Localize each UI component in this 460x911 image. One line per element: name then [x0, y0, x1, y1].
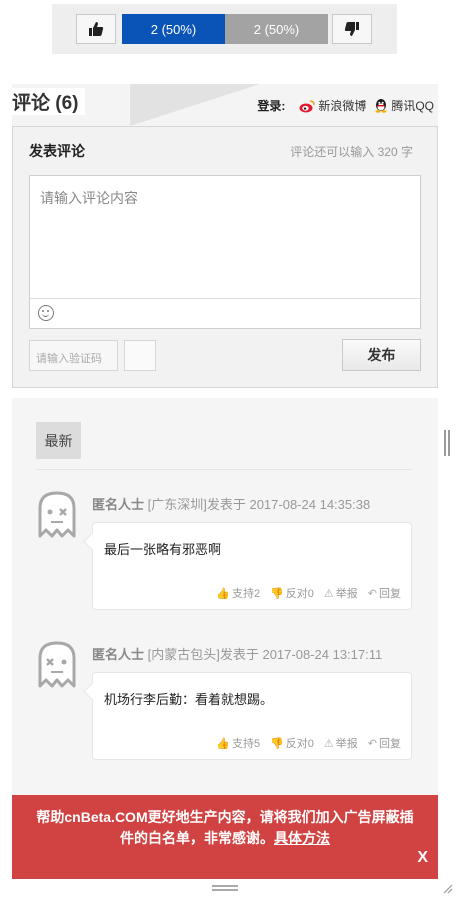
thumbs-down-icon: 👎 — [270, 737, 284, 750]
oppose-label: 反对0 — [285, 588, 314, 600]
comment-item: 匿名人士 [内蒙古包头]发表于 2017-08-24 13:17:11 机场行李… — [36, 640, 416, 770]
comment-textarea[interactable]: 请输入评论内容 — [29, 175, 421, 329]
support-label: 支持5 — [231, 738, 261, 750]
warning-icon: ⚠ — [323, 737, 334, 750]
qq-login-link[interactable]: 腾讯QQ — [374, 97, 434, 114]
vote-no-bar: 2 (50%) — [225, 14, 328, 44]
comment-user: 匿名人士 — [92, 647, 145, 662]
reply-arrow-icon: ↶ — [367, 737, 377, 750]
comment-bubble: 最后一张略有邪恶啊 👍 支持2 👎 反对0 ⚠ 举报 ↶ 回复 — [92, 522, 412, 610]
oppose-button[interactable]: 👎 反对0 — [270, 735, 314, 751]
comment-bubble: 机场行李后勤：看着就想踢。 👍 支持5 👎 反对0 ⚠ 举报 ↶ 回复 — [92, 672, 412, 760]
oppose-label: 反对0 — [285, 738, 314, 750]
reply-label: 回复 — [379, 588, 401, 600]
comment-location-time: [内蒙古包头]发表于 2017-08-24 13:17:11 — [147, 647, 383, 662]
panel-drag-handle[interactable] — [444, 430, 450, 456]
comment-meta: 匿名人士 [广东深圳]发表于 2017-08-24 14:35:38 — [92, 494, 412, 513]
resize-grip-icon[interactable] — [441, 882, 453, 894]
submit-button[interactable]: 发布 — [342, 339, 421, 371]
captcha-image[interactable] — [124, 340, 156, 371]
comment-actions: 👍 支持2 👎 反对0 ⚠ 举报 ↶ 回复 — [216, 585, 401, 601]
thumbs-up-icon — [89, 22, 104, 36]
warning-icon: ⚠ — [323, 587, 334, 600]
weibo-login-label: 新浪微博 — [318, 99, 367, 113]
comments-header: 评论 (6) 登录: 新浪微博 腾讯QQ — [12, 84, 438, 126]
login-options: 登录: 新浪微博 腾讯QQ — [257, 97, 434, 114]
report-button[interactable]: ⚠ 举报 — [324, 585, 358, 601]
qq-penguin-icon — [375, 99, 387, 113]
thumbs-down-icon — [344, 22, 359, 36]
comment-placeholder: 请输入评论内容 — [40, 190, 138, 206]
adblock-message: 帮助cnBeta.COM更好地生产内容，请将我们加入广告屏蔽插件的白名单，非常感… — [36, 809, 414, 846]
thumbs-down-icon: 👎 — [270, 587, 284, 600]
sort-divider — [36, 469, 412, 470]
vote-up-button[interactable] — [76, 14, 116, 44]
report-button[interactable]: ⚠ 举报 — [324, 735, 358, 751]
emoji-icon[interactable] — [38, 305, 54, 321]
thumbs-up-icon: 👍 — [216, 587, 230, 600]
comment-actions: 👍 支持5 👎 反对0 ⚠ 举报 ↶ 回复 — [216, 735, 401, 751]
close-banner-button[interactable]: X — [417, 849, 428, 867]
adblock-notice-text: 帮助cnBeta.COM更好地生产内容，请将我们加入广告屏蔽插件的白名单，非常感… — [12, 807, 438, 849]
vote-down-button[interactable] — [332, 14, 372, 44]
qq-login-label: 腾讯QQ — [391, 99, 434, 113]
reply-button[interactable]: ↶ 回复 — [368, 585, 401, 601]
comment-meta: 匿名人士 [内蒙古包头]发表于 2017-08-24 13:17:11 — [92, 644, 412, 663]
support-button[interactable]: 👍 支持5 — [216, 735, 260, 751]
report-label: 举报 — [335, 738, 358, 750]
comment-location-time: [广东深圳]发表于 2017-08-24 14:35:38 — [147, 497, 371, 512]
comment-item: 匿名人士 [广东深圳]发表于 2017-08-24 14:35:38 最后一张略… — [36, 490, 416, 620]
comments-title: 评论 (6) — [12, 88, 85, 115]
weibo-icon — [299, 99, 316, 112]
reply-label: 回复 — [379, 738, 401, 750]
login-label: 登录: — [257, 99, 286, 113]
thumbs-up-icon: 👍 — [216, 737, 230, 750]
captcha-input[interactable]: 请输入验证码 — [29, 340, 118, 371]
ghost-avatar-icon — [38, 641, 76, 688]
weibo-login-link[interactable]: 新浪微博 — [299, 97, 366, 114]
post-comment-form: 发表评论 评论还可以输入 320 字 请输入评论内容 请输入验证码 发布 — [12, 126, 438, 388]
ghost-avatar-icon — [38, 491, 76, 538]
oppose-button[interactable]: 👎 反对0 — [270, 585, 314, 601]
comment-text: 机场行李后勤：看着就想踢。 — [104, 692, 274, 707]
adblock-howto-link[interactable]: 具体方法 — [274, 830, 330, 846]
support-button[interactable]: 👍 支持2 — [216, 585, 260, 601]
bottom-drag-handle[interactable] — [212, 885, 238, 891]
remaining-chars-text: 评论还可以输入 320 字 — [290, 145, 413, 159]
textarea-toolbar — [30, 298, 420, 328]
support-label: 支持2 — [231, 588, 261, 600]
vote-bar: 2 (50%) 2 (50%) — [52, 4, 397, 54]
post-form-title: 发表评论 — [29, 143, 85, 159]
report-label: 举报 — [335, 588, 358, 600]
adblock-notice-banner: 帮助cnBeta.COM更好地生产内容，请将我们加入广告屏蔽插件的白名单，非常感… — [12, 795, 438, 879]
reply-arrow-icon: ↶ — [367, 587, 377, 600]
comment-user: 匿名人士 — [92, 497, 145, 512]
comment-text: 最后一张略有邪恶啊 — [104, 542, 222, 557]
vote-yes-bar: 2 (50%) — [122, 14, 225, 44]
header-decoration — [130, 84, 260, 126]
reply-button[interactable]: ↶ 回复 — [368, 735, 401, 751]
sort-latest-tab[interactable]: 最新 — [36, 422, 81, 459]
